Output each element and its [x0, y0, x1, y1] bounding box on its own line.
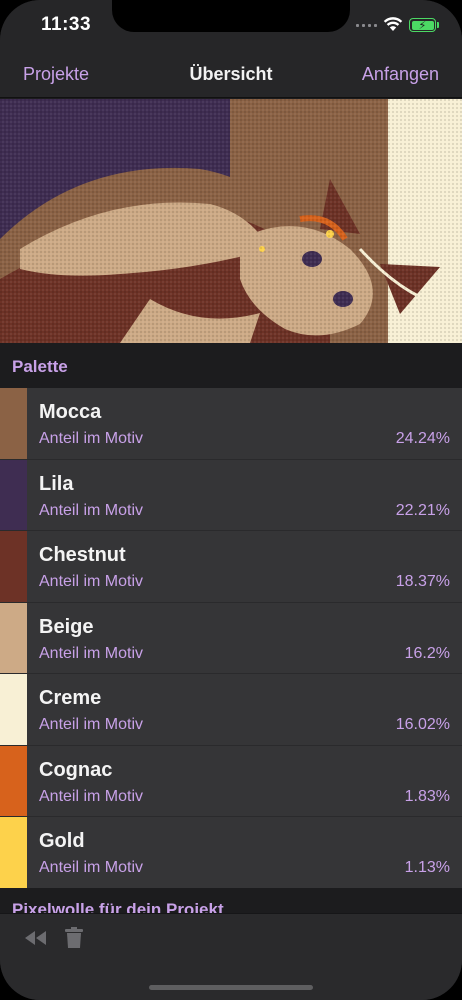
signal-icon	[356, 24, 377, 27]
rewind-icon[interactable]	[25, 931, 47, 945]
palette-row-cognac[interactable]: Cognac Anteil im Motiv 1.83%	[0, 745, 462, 817]
device-notch	[112, 0, 350, 32]
share-value: 1.83%	[404, 787, 450, 805]
palette-row-mocca[interactable]: Mocca Anteil im Motiv 24.24%	[0, 388, 462, 460]
share-label: Anteil im Motiv	[39, 573, 144, 590]
battery-cap	[437, 22, 439, 28]
share-value: 22.21%	[395, 501, 450, 519]
share-value: 24.24%	[395, 430, 450, 447]
color-swatch	[0, 388, 27, 459]
home-indicator[interactable]	[149, 985, 313, 990]
color-name: Chestnut	[39, 544, 126, 566]
share-value: 16.02%	[395, 716, 450, 733]
color-name: Mocca	[39, 401, 102, 423]
wifi-icon	[383, 17, 403, 31]
battery-icon: ⚡	[409, 18, 436, 32]
color-name: Creme	[39, 687, 102, 709]
share-label: Anteil im Motiv	[39, 430, 144, 447]
palette-section-header: Palette	[0, 344, 462, 388]
start-button[interactable]: Anfangen	[362, 64, 439, 85]
palette-row-creme[interactable]: Creme Anteil im Motiv 16.02%	[0, 674, 462, 746]
color-name: Beige	[39, 615, 94, 638]
pixelated-cat-image	[0, 99, 462, 343]
color-name: Gold	[39, 830, 85, 852]
projects-back-button[interactable]: Projekte	[23, 64, 89, 85]
status-bar: 11:33 ⚡	[0, 0, 462, 50]
share-value: 16.2%	[404, 644, 450, 662]
color-swatch	[0, 602, 27, 673]
trash-icon[interactable]	[65, 927, 83, 948]
share-label: Anteil im Motiv	[39, 716, 144, 733]
share-label: Anteil im Motiv	[39, 787, 144, 805]
color-swatch	[0, 459, 27, 530]
color-name: Cognac	[39, 758, 113, 781]
share-label: Anteil im Motiv	[39, 859, 144, 876]
color-name: Lila	[39, 472, 74, 495]
share-value: 18.37%	[395, 573, 450, 590]
navigation-bar: Projekte Übersicht Anfangen	[0, 50, 462, 98]
app-screen: 11:33 ⚡ Projekte Übersicht Anfangen Pale…	[0, 0, 462, 1000]
color-swatch	[0, 745, 27, 816]
share-label: Anteil im Motiv	[39, 644, 144, 662]
share-value: 1.13%	[404, 859, 450, 876]
palette-list: Mocca Anteil im Motiv 24.24% Lila Anteil…	[0, 388, 462, 889]
status-time: 11:33	[41, 14, 92, 35]
palette-header-label: Palette	[12, 357, 68, 376]
color-swatch	[0, 674, 27, 745]
color-swatch	[0, 531, 27, 602]
palette-row-chestnut[interactable]: Chestnut Anteil im Motiv 18.37%	[0, 531, 462, 603]
palette-row-lila[interactable]: Lila Anteil im Motiv 22.21%	[0, 459, 462, 531]
color-swatch	[0, 817, 27, 888]
share-label: Anteil im Motiv	[39, 501, 144, 519]
palette-row-beige[interactable]: Beige Anteil im Motiv 16.2%	[0, 602, 462, 674]
palette-row-gold[interactable]: Gold Anteil im Motiv 1.13%	[0, 817, 462, 889]
